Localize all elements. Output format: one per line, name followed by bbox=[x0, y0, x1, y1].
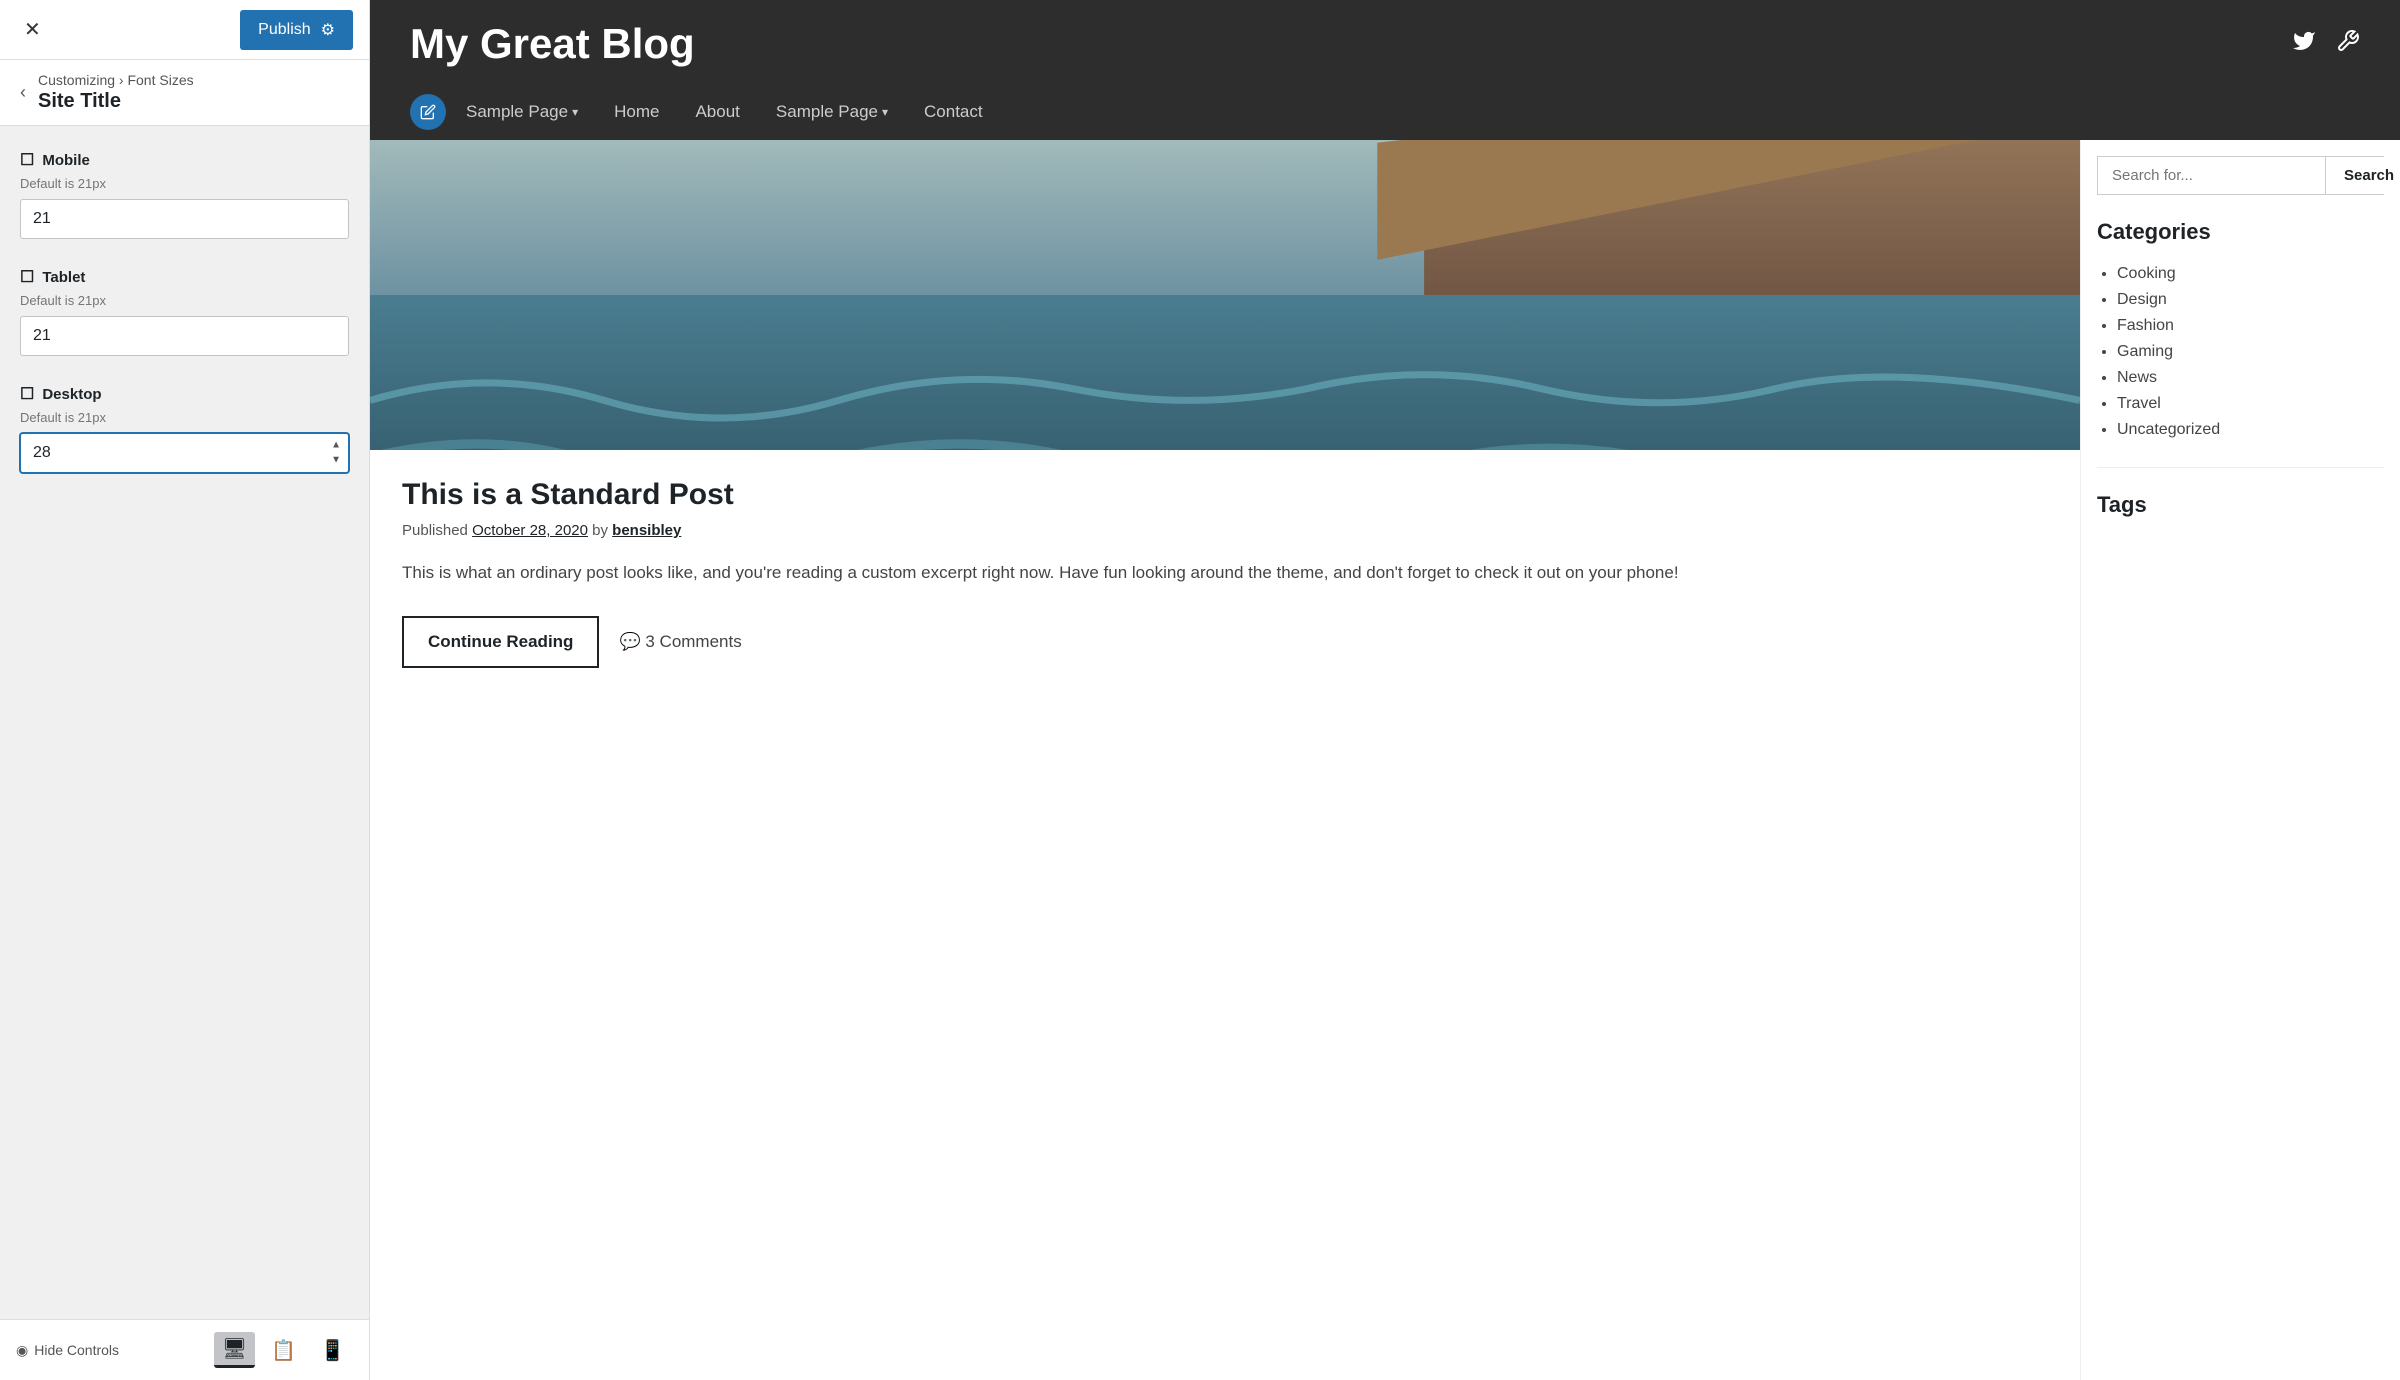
mobile-section: ☐ Mobile Default is 21px bbox=[20, 150, 349, 239]
header-icons bbox=[2292, 29, 2360, 59]
categories-title: Categories bbox=[2097, 219, 2384, 245]
gear-icon: ⚙ bbox=[321, 20, 335, 40]
eye-icon: ◉ bbox=[16, 1342, 28, 1359]
publish-label: Publish bbox=[258, 21, 310, 39]
site-title-row: My Great Blog bbox=[410, 20, 2360, 84]
desktop-label: ☐ Desktop bbox=[20, 384, 349, 404]
tablet-label: ☐ Tablet bbox=[20, 267, 349, 287]
desktop-section: ☐ Desktop Default is 21px ▲ ▼ bbox=[20, 384, 349, 473]
hide-controls-label: Hide Controls bbox=[34, 1342, 119, 1358]
category-list: CookingDesignFashionGamingNewsTravelUnca… bbox=[2097, 261, 2384, 443]
preview-main: This is a Standard Post Published Octobe… bbox=[370, 140, 2400, 1380]
post-meta: Published October 28, 2020 by bensibley bbox=[402, 522, 2048, 539]
category-item[interactable]: Fashion bbox=[2117, 313, 2384, 339]
publish-button[interactable]: Publish ⚙ bbox=[240, 10, 353, 50]
panel-content: ☐ Mobile Default is 21px ☐ Tablet Defaul… bbox=[0, 126, 369, 1319]
post-title: This is a Standard Post bbox=[402, 478, 2048, 512]
category-item[interactable]: Cooking bbox=[2117, 261, 2384, 287]
category-item[interactable]: Travel bbox=[2117, 391, 2384, 417]
desktop-input[interactable] bbox=[20, 433, 349, 473]
search-input[interactable] bbox=[2098, 157, 2325, 194]
search-widget: Search bbox=[2097, 156, 2384, 195]
tablet-viewport-button[interactable]: 📋 bbox=[263, 1332, 304, 1368]
bottom-bar: ◉ Hide Controls 🖥 📋 📱 bbox=[0, 1319, 369, 1380]
tablet-input[interactable] bbox=[20, 316, 349, 356]
desktop-spinner: ▲ ▼ bbox=[327, 439, 345, 468]
category-item[interactable]: Design bbox=[2117, 287, 2384, 313]
site-nav: Sample Page ▾ Home About Sample Page ▾ C… bbox=[410, 84, 2360, 140]
search-button[interactable]: Search bbox=[2325, 157, 2400, 194]
nav-contact[interactable]: Contact bbox=[906, 96, 1001, 128]
nav-edit-button[interactable] bbox=[410, 94, 446, 130]
mobile-input[interactable] bbox=[20, 199, 349, 239]
dropdown-arrow-1: ▾ bbox=[572, 105, 578, 119]
breadcrumb-title: Site Title bbox=[38, 90, 194, 113]
post-meta-author[interactable]: bensibley bbox=[612, 522, 681, 539]
tablet-section: ☐ Tablet Default is 21px bbox=[20, 267, 349, 356]
tags-title: Tags bbox=[2097, 492, 2384, 518]
nav-sample-page-1[interactable]: Sample Page ▾ bbox=[466, 96, 596, 128]
category-item[interactable]: Uncategorized bbox=[2117, 417, 2384, 443]
category-item[interactable]: News bbox=[2117, 365, 2384, 391]
customizer-panel: ✕ Publish ⚙ ‹ Customizing › Font Sizes S… bbox=[0, 0, 370, 1380]
post-meta-date[interactable]: October 28, 2020 bbox=[472, 522, 588, 539]
post-body: This is a Standard Post Published Octobe… bbox=[370, 450, 2080, 696]
desktop-default-hint: Default is 21px bbox=[20, 410, 349, 425]
post-excerpt: This is what an ordinary post looks like… bbox=[402, 559, 2048, 588]
site-title: My Great Blog bbox=[410, 20, 695, 68]
viewport-buttons: 🖥 📋 📱 bbox=[214, 1332, 353, 1368]
desktop-decrement[interactable]: ▼ bbox=[327, 454, 345, 468]
close-button[interactable]: ✕ bbox=[16, 9, 49, 50]
comments-label: 3 Comments bbox=[645, 632, 741, 651]
twitter-icon[interactable] bbox=[2292, 29, 2316, 59]
blog-content: This is a Standard Post Published Octobe… bbox=[370, 140, 2080, 1380]
blog-hero-image bbox=[370, 140, 2080, 450]
breadcrumb-inner: Customizing › Font Sizes Site Title bbox=[38, 72, 194, 113]
tags-widget: Tags bbox=[2097, 492, 2384, 518]
preview-area: My Great Blog bbox=[370, 0, 2400, 1380]
tablet-default-hint: Default is 21px bbox=[20, 293, 349, 308]
mobile-viewport-button[interactable]: 📱 bbox=[312, 1332, 353, 1368]
desktop-input-wrapper: ▲ ▼ bbox=[20, 433, 349, 473]
top-bar: ✕ Publish ⚙ bbox=[0, 0, 369, 60]
hide-controls-button[interactable]: ◉ Hide Controls bbox=[16, 1342, 119, 1359]
comments-link[interactable]: 💬 3 Comments bbox=[619, 632, 741, 652]
sidebar: Search Categories CookingDesignFashionGa… bbox=[2080, 140, 2400, 1380]
back-button[interactable]: ‹ bbox=[20, 82, 26, 103]
breadcrumb-path: Customizing › Font Sizes bbox=[38, 72, 194, 88]
nav-sample-page-2[interactable]: Sample Page ▾ bbox=[758, 96, 906, 128]
post-actions: Continue Reading 💬 3 Comments bbox=[402, 616, 2048, 668]
mobile-label: ☐ Mobile bbox=[20, 150, 349, 170]
desktop-increment[interactable]: ▲ bbox=[327, 439, 345, 453]
mobile-default-hint: Default is 21px bbox=[20, 176, 349, 191]
tablet-icon: ☐ bbox=[20, 267, 34, 287]
categories-widget: Categories CookingDesignFashionGamingNew… bbox=[2097, 219, 2384, 468]
continue-reading-button[interactable]: Continue Reading bbox=[402, 616, 599, 668]
category-item[interactable]: Gaming bbox=[2117, 339, 2384, 365]
nav-about[interactable]: About bbox=[677, 96, 757, 128]
tools-icon[interactable] bbox=[2336, 29, 2360, 59]
desktop-device-icon: ☐ bbox=[20, 384, 34, 404]
desktop-viewport-button[interactable]: 🖥 bbox=[214, 1332, 255, 1368]
mobile-icon: ☐ bbox=[20, 150, 34, 170]
comments-icon: 💬 bbox=[619, 632, 640, 651]
dropdown-arrow-2: ▾ bbox=[882, 105, 888, 119]
site-header: My Great Blog bbox=[370, 0, 2400, 140]
nav-home[interactable]: Home bbox=[596, 96, 677, 128]
breadcrumb-section: ‹ Customizing › Font Sizes Site Title bbox=[0, 60, 369, 126]
